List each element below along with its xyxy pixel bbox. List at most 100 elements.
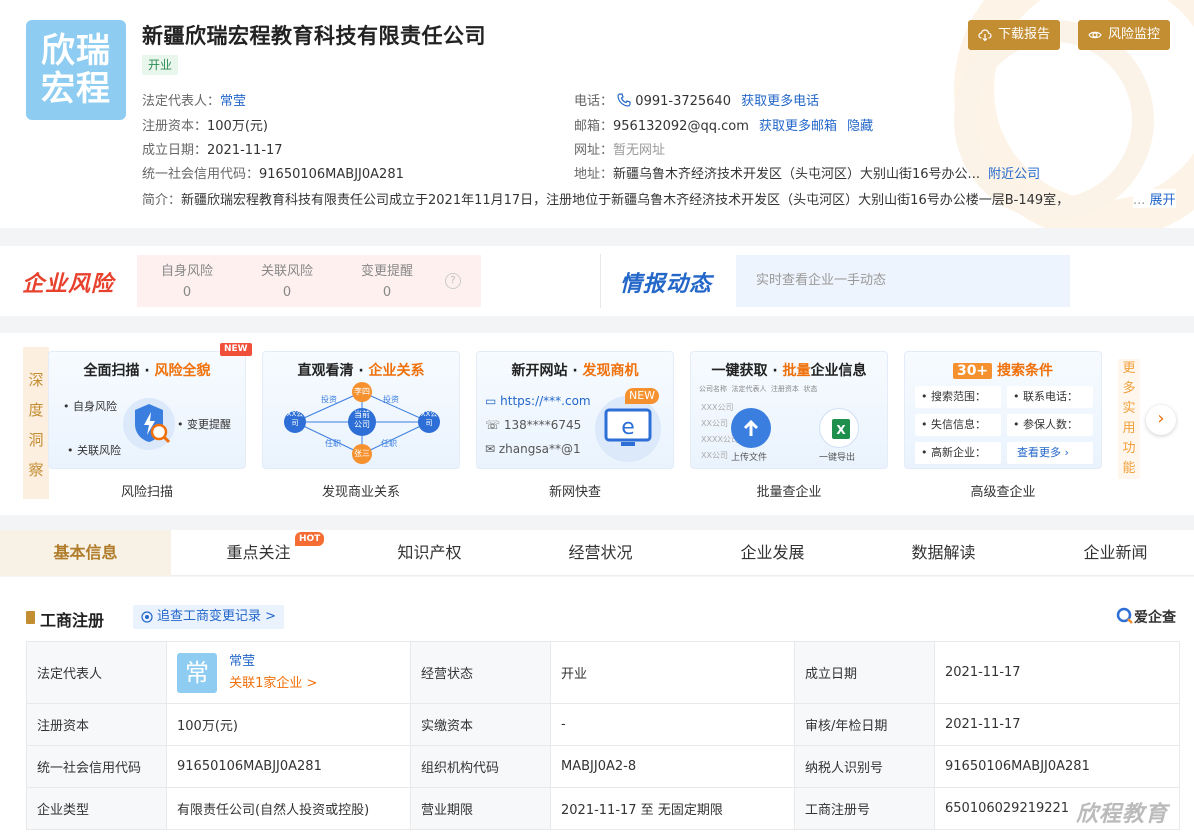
related-risk-count: 0	[282, 285, 292, 300]
change-alert-item[interactable]: 变更提醒 0	[347, 261, 427, 303]
logo-line-1: 欣瑞	[41, 31, 111, 71]
legal-rep-name-link[interactable]: 常莹	[229, 651, 317, 673]
trace-change-button[interactable]: 追查工商变更记录 >	[133, 605, 285, 629]
hdr: 状态	[803, 385, 818, 393]
help-icon[interactable]: ?	[445, 273, 461, 289]
mail-line: ✉ zhangsa**@1	[485, 442, 581, 456]
tab-basic-info[interactable]: 基本信息	[0, 530, 171, 576]
table-key: 法定代表人	[26, 641, 167, 704]
main-tabs: 基本信息 重点关注 HOT 知识产权 经营状况 企业发展 数据解读 企业新闻	[0, 530, 1194, 576]
tag-text: 自身风险	[73, 400, 117, 413]
eye-icon	[1088, 31, 1102, 39]
cond: 失信信息：	[931, 418, 986, 431]
card-advanced-search-label: 高级查企业	[970, 485, 1036, 500]
intro-expand-link[interactable]: 展开	[1150, 193, 1176, 208]
table-key: 审核/年检日期	[794, 703, 935, 746]
self-risk-item[interactable]: 自身风险 0	[147, 261, 227, 303]
table-key: 工商注册号	[794, 787, 935, 830]
edge-label: 任职	[325, 439, 341, 448]
tag-text: 关联风险	[77, 444, 121, 457]
card-risk-scan-box: 全面扫描 · 风险全貌 • 自身风险 • 变更提醒 • 关联风险	[48, 351, 246, 469]
intro-text: 新疆欣瑞宏程教育科技有限责任公司成立于2021年11月17日，注册地位于新疆乌鲁…	[181, 193, 1070, 208]
export-label: 一键导出	[819, 453, 856, 463]
edge-label: 任职	[381, 439, 397, 448]
card-new-website-label: 新网快查	[548, 485, 601, 500]
table-key: 纳税人识别号	[794, 745, 935, 788]
address-row: 地址：新疆乌鲁木齐经济技术开发区（头屯河区）大别山街16号办公... 附近公司	[574, 163, 1040, 182]
card-title-b: 发现商机	[582, 363, 639, 379]
capital-value: 100万(元)	[207, 119, 268, 134]
tab-development[interactable]: 企业发展	[687, 530, 858, 576]
risk-title: 企业风险	[22, 272, 115, 297]
insight-side-label: 深度洞察	[23, 347, 49, 499]
email-value: 956132092@qq.com	[613, 119, 749, 134]
intel-search-input[interactable]: 实时查看企业一手动态	[736, 255, 1070, 307]
credit-code-value: 91650106MABJJ0A281	[259, 167, 404, 182]
legal-rep-link[interactable]: 常莹	[220, 94, 246, 109]
hdr: 公司名称	[699, 385, 727, 393]
card-title-a: 30+	[952, 363, 993, 379]
table-value: 开业	[550, 641, 795, 704]
hide-email-link[interactable]: 隐藏	[847, 119, 873, 134]
hot-badge: HOT	[295, 532, 325, 546]
card-title-a: 直观看清	[297, 363, 354, 379]
insight-section: 深度洞察 全面扫描 · 风险全貌 • 自身风险 • 变更提醒 • 关联风险 NE…	[0, 333, 1194, 515]
cond-dishonest: • 失信信息：	[915, 414, 1001, 436]
cond: 联系电话：	[1023, 390, 1078, 403]
cloud-download-icon	[978, 29, 992, 42]
tab-news[interactable]: 企业新闻	[1030, 530, 1194, 576]
email-row: 邮箱：956132092@qq.com 获取更多邮箱 隐藏	[574, 115, 873, 134]
card-title: 新开网站 · 发现商机	[511, 363, 639, 379]
card-business-relation-label: 发现商业关系	[321, 485, 400, 500]
company-header: 欣瑞 宏程 新疆欣瑞宏程教育科技有限责任公司 开业 法定代表人：常莹 注册资本：…	[0, 0, 1194, 228]
table-row: 企业类型 有限责任公司(自然人投资或控股) 营业期限 2021-11-17 至 …	[26, 787, 1180, 830]
table-key: 营业期限	[410, 787, 551, 830]
tab-operation[interactable]: 经营状况	[515, 530, 686, 576]
card-title: 全面扫描 · 风险全貌	[83, 363, 211, 379]
node-zhangsan: 张三	[354, 449, 370, 458]
divider	[600, 254, 601, 308]
registration-section: 工商注册 追查工商变更记录 > 爱企查 法定代表人 常 常莹 关联1家企业 > …	[0, 577, 1194, 834]
table-key: 企业类型	[26, 787, 167, 830]
table-key: 经营状态	[410, 641, 551, 704]
cond: 高新企业：	[931, 446, 986, 459]
founded-value: 2021-11-17	[207, 143, 283, 158]
credit-code-label: 统一社会信用代码：	[142, 167, 260, 182]
next-arrow-button[interactable]: ›	[1146, 405, 1176, 435]
hdr: 法定代表人	[731, 385, 767, 393]
table-row: 法定代表人 常 常莹 关联1家企业 > 经营状态 开业 成立日期 2021-11…	[26, 641, 1180, 704]
related-risk-label: 关联风险	[260, 264, 313, 279]
risk-monitor-button[interactable]: 风险监控	[1078, 20, 1171, 50]
node-xx-left: XX公司	[286, 410, 304, 427]
capital-label: 注册资本：	[142, 119, 208, 134]
site-line: ▭ https://***.com	[485, 394, 591, 408]
more-email-link[interactable]: 获取更多邮箱	[759, 119, 837, 134]
card-batch-query-box: 一键获取 · 批量企业信息 公司名称 法定代表人 注册资本 状态 XXX公司 X…	[690, 351, 888, 469]
related-company-link[interactable]: 关联1家企业 >	[229, 673, 317, 695]
more-functions-label[interactable]: 更多实用功能	[1118, 359, 1140, 479]
shield-scan-icon	[123, 398, 175, 450]
cond-range: • 搜索范围：	[915, 386, 1001, 408]
node-lisi: 李四	[354, 387, 370, 396]
avatar: 常	[177, 652, 217, 693]
download-report-button[interactable]: 下载报告	[968, 20, 1061, 50]
intro-ellipsis: ...	[1133, 193, 1146, 208]
company-name: 新疆欣瑞宏程教育科技有限责任公司	[142, 24, 486, 48]
phone-value: 0991-3725640	[635, 94, 731, 109]
logo-line-2: 宏程	[41, 69, 111, 109]
tab-data-analysis[interactable]: 数据解读	[858, 530, 1029, 576]
related-risk-item[interactable]: 关联风险 0	[247, 261, 327, 303]
legal-rep-row: 法定代表人：常莹	[142, 90, 246, 109]
view-more-conditions[interactable]: 查看更多 ›	[1007, 442, 1093, 464]
tab-label: 重点关注	[226, 543, 291, 562]
card-title-b: 风险全貌	[154, 363, 211, 379]
nearby-company-link[interactable]: 附近公司	[988, 167, 1040, 182]
intro-label: 简介：	[142, 193, 182, 208]
table-key: 注册资本	[26, 703, 167, 746]
hdr: 注册资本	[770, 385, 799, 393]
tab-ip[interactable]: 知识产权	[344, 530, 515, 576]
table-key: 实缴资本	[410, 703, 551, 746]
more-phone-link[interactable]: 获取更多电话	[741, 94, 819, 109]
phone-icon	[617, 93, 631, 107]
table-value: 2021-11-17 至 无固定期限	[550, 787, 795, 830]
